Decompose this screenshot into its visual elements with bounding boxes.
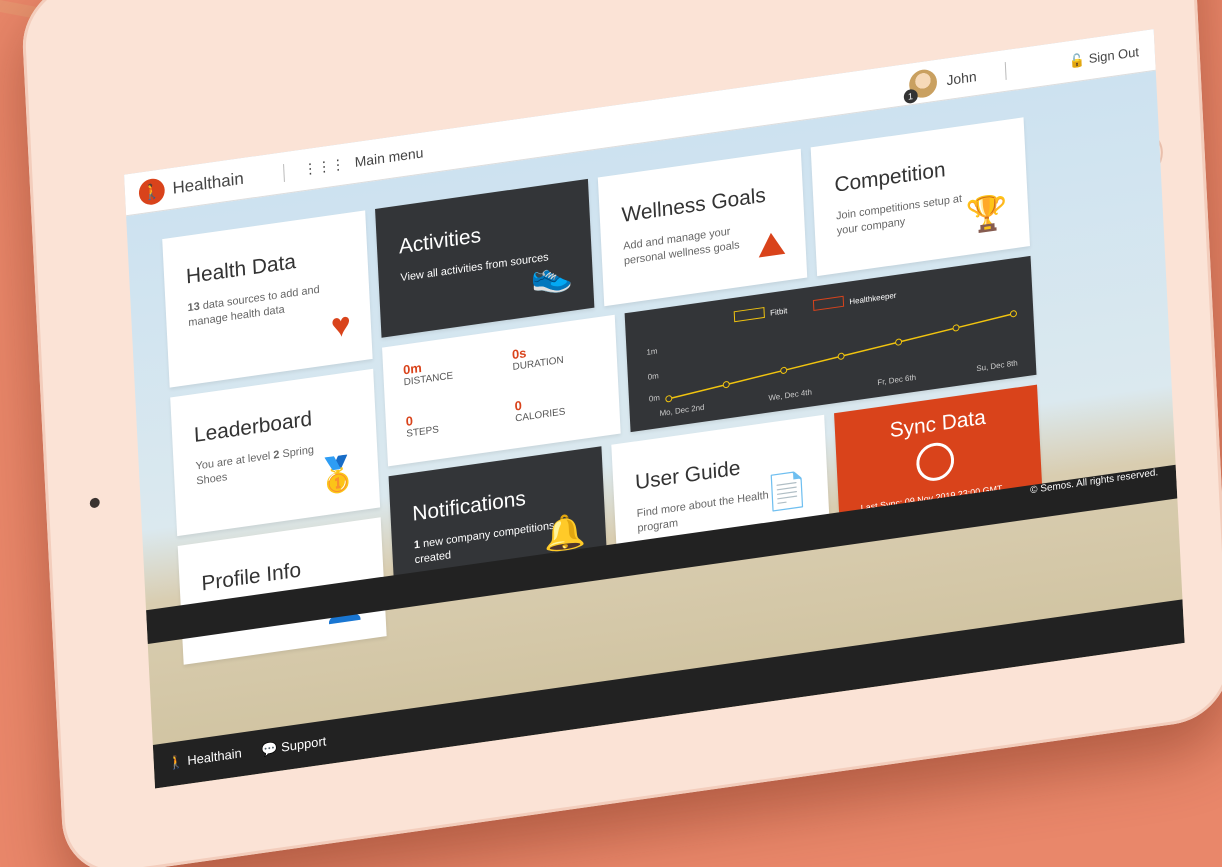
sign-out-label: Sign Out <box>1088 44 1140 67</box>
lock-icon: 🔓 <box>1068 51 1086 69</box>
steps-stat: 0 STEPS <box>405 410 439 440</box>
x-tick: Fr, Dec 6th <box>877 373 916 387</box>
level-text: You are at level <box>195 450 271 473</box>
screen: 🚶 Healthain ⋮⋮⋮ Main menu 1 John 🔓 Sign … <box>124 29 1185 789</box>
activities-tile[interactable]: Activities View all activities from sour… <box>375 178 595 338</box>
footer-brand-label: Healthain <box>186 745 243 768</box>
tablet-frame: 🚶 Healthain ⋮⋮⋮ Main menu 1 John 🔓 Sign … <box>20 0 1222 867</box>
y-tick: 1m <box>646 346 658 357</box>
sign-out-button[interactable]: 🔓 Sign Out <box>1069 44 1140 70</box>
chat-icon: 💬 <box>261 740 278 758</box>
health-data-tile[interactable]: Health Data 13 data sources to add and m… <box>162 210 373 388</box>
divider <box>283 164 285 182</box>
camera <box>89 497 100 509</box>
tile-desc: Join competitions setup at your company <box>835 192 963 238</box>
y-tick: 0m <box>648 371 660 382</box>
duration-stat: 0s DURATION <box>512 340 564 373</box>
notification-badge: 1 <box>903 88 918 105</box>
fitbit-series <box>665 310 1017 403</box>
fitbit-point <box>665 395 673 403</box>
main-menu-button[interactable]: ⋮⋮⋮ Main menu <box>303 144 424 178</box>
stats-tile: 0m DISTANCE 0s DURATION 0 STEPS 0 CALORIES <box>382 314 621 467</box>
heart-icon: ♥ <box>330 305 352 346</box>
shoe-icon: 👟 <box>529 253 574 298</box>
support-label: Support <box>280 733 327 755</box>
trophy-icon: 🏆 <box>965 192 1010 236</box>
fitbit-point <box>1010 310 1017 318</box>
support-link[interactable]: 💬 Support <box>261 733 327 758</box>
legend-healthkeeper: Healthkeeper <box>849 291 897 307</box>
legend-fitbit-swatch <box>733 306 765 323</box>
desc-text: data sources to add and manage health da… <box>188 283 320 330</box>
tile-title: Leaderboard <box>193 407 313 447</box>
notification-count: 1 <box>413 538 421 552</box>
tile-title: Activities <box>398 224 482 259</box>
tile-title: Competition <box>833 158 947 197</box>
leaderboard-tile[interactable]: Leaderboard You are at level 2 Spring Sh… <box>170 368 381 537</box>
footer-brand[interactable]: 🚶 Healthain <box>167 745 242 771</box>
tile-title: User Guide <box>634 456 741 495</box>
x-tick: We, Dec 4th <box>768 388 812 403</box>
mountain-flag-icon: ⛰ <box>756 223 787 266</box>
user-menu[interactable]: 1 John <box>903 62 977 105</box>
grid-icon: ⋮⋮⋮ <box>302 155 346 178</box>
fitbit-point <box>952 324 960 332</box>
avatar: 1 <box>903 67 938 105</box>
calories-stat: 0 CALORIES <box>514 392 565 425</box>
y-tick: 0m <box>649 393 661 404</box>
fitbit-point <box>780 366 788 374</box>
distance-stat: 0m DISTANCE <box>403 356 454 388</box>
podium-icon: 🥇 <box>315 453 360 498</box>
legend-fitbit: Fitbit <box>770 306 788 317</box>
fitbit-point <box>895 338 903 346</box>
document-icon: 📄 <box>765 469 809 514</box>
walker-icon: 🚶 <box>138 177 166 207</box>
level-value: 2 <box>273 448 280 462</box>
tile-desc: 13 data sources to add and manage health… <box>187 280 337 331</box>
walker-icon: 🚶 <box>167 753 185 771</box>
app-logo[interactable]: 🚶 Healthain <box>138 166 244 207</box>
tile-desc: Add and manage your personal wellness go… <box>622 225 740 268</box>
user-name: John <box>946 68 977 89</box>
tile-title: Sync Data <box>889 405 987 443</box>
app-name: Healthain <box>172 168 245 198</box>
fitbit-point <box>837 352 845 360</box>
x-tick: Su, Dec 8th <box>976 358 1018 373</box>
tile-title: Wellness Goals <box>621 183 767 227</box>
legend-healthkeeper-swatch <box>812 295 845 312</box>
main-menu-label: Main menu <box>354 144 424 170</box>
divider <box>1004 61 1007 80</box>
tile-title: Health Data <box>185 250 297 289</box>
fitbit-point <box>722 381 730 389</box>
wellness-goals-tile[interactable]: Wellness Goals Add and manage your perso… <box>597 148 808 307</box>
competition-tile[interactable]: Competition Join competitions setup at y… <box>810 117 1030 277</box>
x-tick: Mo, Dec 2nd <box>659 403 704 418</box>
tile-title: Notifications <box>411 486 527 526</box>
sync-icon[interactable] <box>915 440 955 484</box>
source-count: 13 <box>187 300 201 315</box>
